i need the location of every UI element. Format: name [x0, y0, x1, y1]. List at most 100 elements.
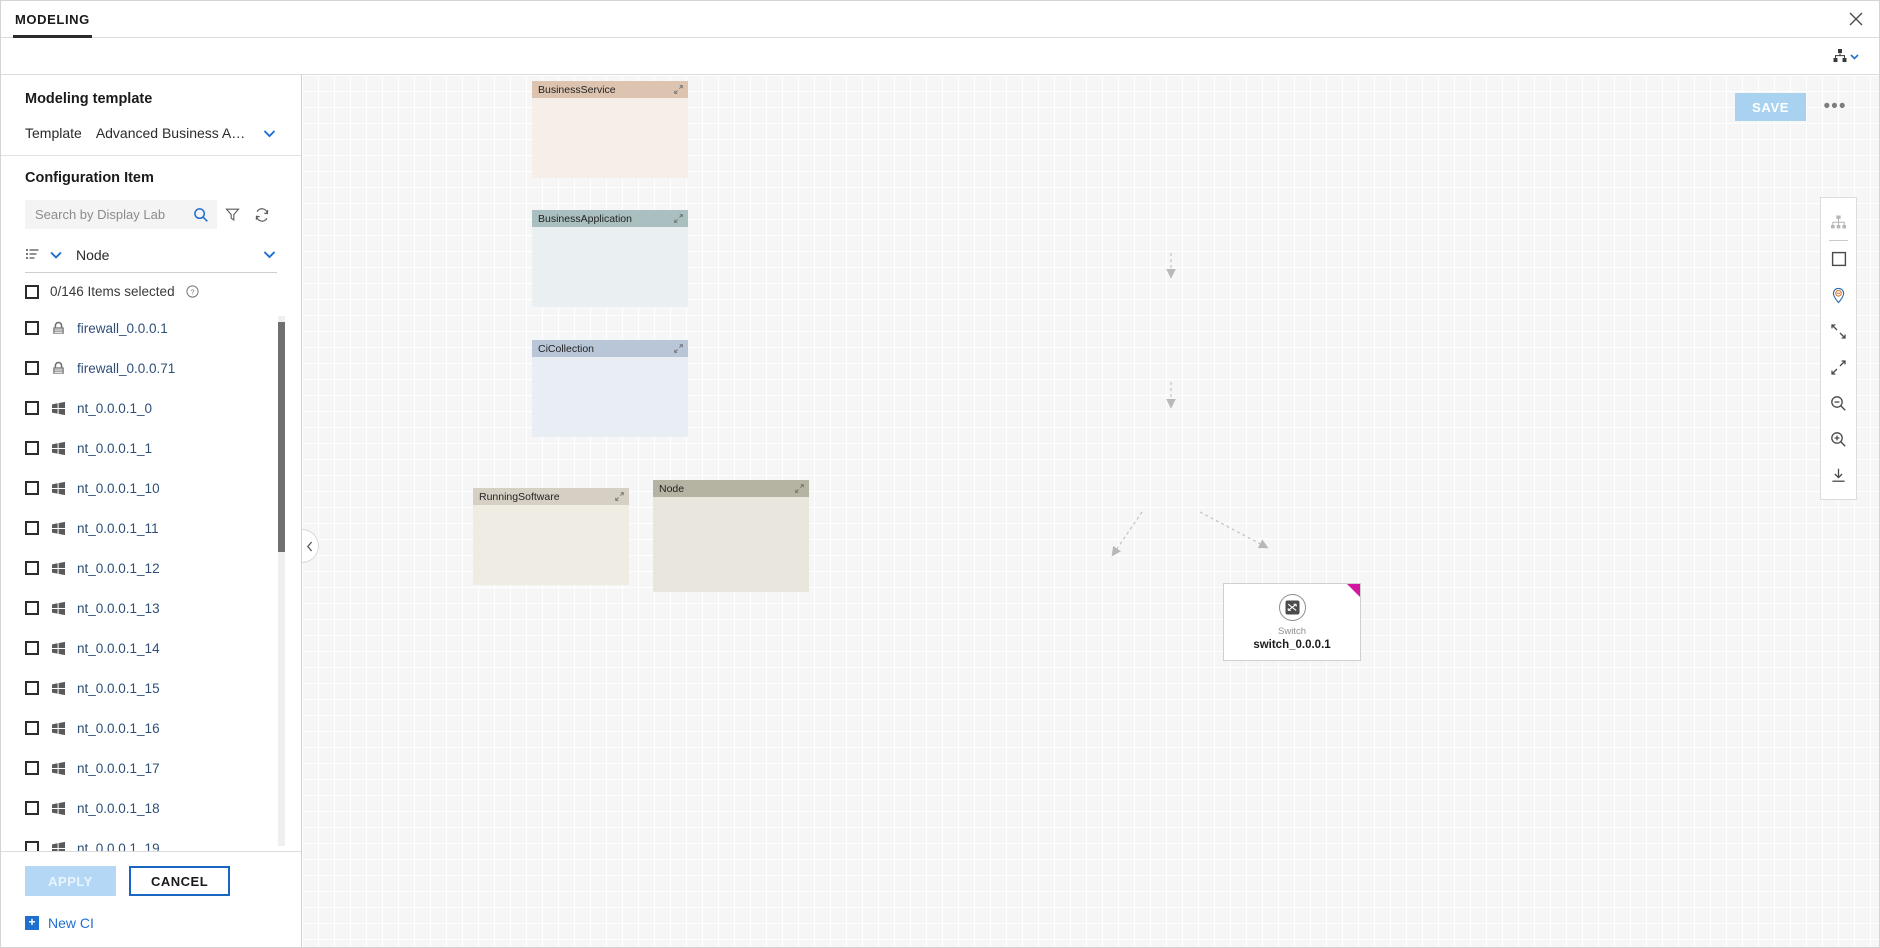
hierarchy-layout-button[interactable] [1820, 204, 1857, 240]
windows-server-icon [50, 400, 66, 416]
zoom-out-button[interactable] [1820, 385, 1857, 421]
list-item[interactable]: nt_0.0.0.1_15 [25, 668, 277, 708]
diagram-group-title: CiCollection [538, 342, 595, 355]
list-item-checkbox[interactable] [25, 561, 39, 575]
zoom-in-button[interactable] [1820, 421, 1857, 457]
template-value: Advanced Business Ap... [95, 125, 248, 141]
list-scrollbar-thumb[interactable] [278, 322, 285, 552]
download-button[interactable] [1820, 457, 1857, 493]
diagram-group-header[interactable]: Node [653, 480, 809, 497]
list-item-checkbox[interactable] [25, 761, 39, 775]
list-item[interactable]: nt_0.0.0.1_14 [25, 628, 277, 668]
windows-server-icon [50, 760, 66, 776]
modeling-template-title: Modeling template [25, 91, 153, 107]
expand-arrows-icon [1830, 359, 1847, 376]
configuration-item-list[interactable]: firewall_0.0.0.1 firewall_0.0.0.71 nt_0.0.… [1, 308, 301, 851]
list-item[interactable]: nt_0.0.0.1_10 [25, 468, 277, 508]
list-item-label: nt_0.0.0.1_16 [77, 720, 160, 736]
list-item[interactable]: nt_0.0.0.1_11 [25, 508, 277, 548]
list-item-checkbox[interactable] [25, 521, 39, 535]
list-item-checkbox[interactable] [25, 601, 39, 615]
sort-direction-chevron-icon[interactable] [49, 248, 63, 262]
help-circle-icon[interactable]: ? [185, 285, 199, 298]
template-select-row[interactable]: Template Advanced Business Ap... [25, 125, 277, 141]
cancel-button[interactable]: CANCEL [129, 866, 231, 896]
list-item-checkbox[interactable] [25, 641, 39, 655]
search-box[interactable] [25, 200, 218, 229]
list-item[interactable]: nt_0.0.0.1_0 [25, 388, 277, 428]
expand-all-button[interactable] [1820, 349, 1857, 385]
filter-button[interactable] [217, 200, 247, 229]
sort-row[interactable]: Node [25, 237, 277, 273]
diagram-group-header[interactable]: RunningSoftware [473, 488, 629, 505]
list-scrollbar[interactable] [278, 316, 285, 846]
list-item[interactable]: nt_0.0.0.1_1 [25, 428, 277, 468]
list-item-checkbox[interactable] [25, 841, 39, 851]
diagram-group-cicollection[interactable]: CiCollection [532, 340, 688, 437]
expand-collapse-icon[interactable] [674, 85, 683, 94]
hierarchy-dropdown-button[interactable] [1832, 48, 1859, 64]
list-item-checkbox[interactable] [25, 321, 39, 335]
search-icon[interactable] [193, 207, 209, 223]
diagram-group-body[interactable] [653, 497, 809, 592]
list-item-checkbox[interactable] [25, 481, 39, 495]
list-item[interactable]: nt_0.0.0.1_13 [25, 588, 277, 628]
list-item[interactable]: nt_0.0.0.1_12 [25, 548, 277, 588]
list-item[interactable]: nt_0.0.0.1_19 [25, 828, 277, 851]
modeling-canvas[interactable]: SAVE ••• BusinessService BusinessApplica… [302, 75, 1879, 947]
modeling-window: MODELING Modeling template Template Adva… [0, 0, 1880, 948]
list-item-checkbox[interactable] [25, 441, 39, 455]
sort-list-icon[interactable] [25, 247, 40, 262]
square-select-icon [1831, 251, 1847, 267]
list-item-label: nt_0.0.0.1_14 [77, 640, 160, 656]
diagram-group-body[interactable] [532, 227, 688, 307]
diagram-group-body[interactable] [532, 98, 688, 178]
rectangle-select-button[interactable] [1820, 241, 1857, 277]
collapse-all-button[interactable] [1820, 313, 1857, 349]
diagram-group-body[interactable] [532, 357, 688, 437]
diagram-group-businessservice[interactable]: BusinessService [532, 81, 688, 178]
list-item-checkbox[interactable] [25, 361, 39, 375]
windows-server-icon [50, 720, 66, 736]
list-item[interactable]: nt_0.0.0.1_17 [25, 748, 277, 788]
list-item-label: nt_0.0.0.1_13 [77, 600, 160, 616]
list-item[interactable]: firewall_0.0.0.1 [25, 308, 277, 348]
firewall-lock-icon [50, 320, 66, 336]
map-pin-button[interactable] [1820, 277, 1857, 313]
list-item[interactable]: nt_0.0.0.1_18 [25, 788, 277, 828]
list-item-checkbox[interactable] [25, 681, 39, 695]
diagram-group-body[interactable] [473, 505, 629, 585]
list-item-checkbox[interactable] [25, 721, 39, 735]
apply-button[interactable]: APPLY [25, 866, 116, 896]
list-item-checkbox[interactable] [25, 401, 39, 415]
canvas-toolbar [1820, 197, 1857, 500]
close-button[interactable] [1833, 1, 1879, 37]
expand-collapse-icon[interactable] [674, 214, 683, 223]
diagram-group-header[interactable]: CiCollection [532, 340, 688, 357]
list-item-label: nt_0.0.0.1_15 [77, 680, 160, 696]
diagram-group-businessapplication[interactable]: BusinessApplication [532, 210, 688, 307]
zoom-in-icon [1830, 431, 1847, 448]
diagram-group-header[interactable]: BusinessService [532, 81, 688, 98]
select-all-checkbox[interactable] [25, 284, 39, 299]
refresh-button[interactable] [247, 200, 277, 229]
list-item-checkbox[interactable] [25, 801, 39, 815]
expand-collapse-icon[interactable] [615, 492, 624, 501]
search-input[interactable] [35, 207, 194, 222]
tab-modeling[interactable]: MODELING [1, 1, 104, 38]
save-button[interactable]: SAVE [1735, 93, 1806, 121]
new-ci-button[interactable]: + New CI [25, 915, 277, 931]
select-all-row[interactable]: 0/146 Items selected ? [1, 273, 301, 308]
diagram-group-header[interactable]: BusinessApplication [532, 210, 688, 227]
expand-collapse-icon[interactable] [674, 344, 683, 353]
ci-card-switch[interactable]: Switch switch_0.0.0.1 [1223, 583, 1361, 661]
diagram-group-runningsoftware[interactable]: RunningSoftware [473, 488, 629, 585]
list-item[interactable]: nt_0.0.0.1_16 [25, 708, 277, 748]
diagram-group-node[interactable]: Node [653, 480, 809, 592]
more-options-button[interactable]: ••• [1821, 93, 1849, 121]
refresh-icon [254, 207, 270, 223]
chevron-down-icon[interactable] [262, 247, 277, 262]
expand-collapse-icon[interactable] [795, 484, 804, 493]
list-item[interactable]: firewall_0.0.0.71 [25, 348, 277, 388]
filter-icon [224, 207, 240, 222]
